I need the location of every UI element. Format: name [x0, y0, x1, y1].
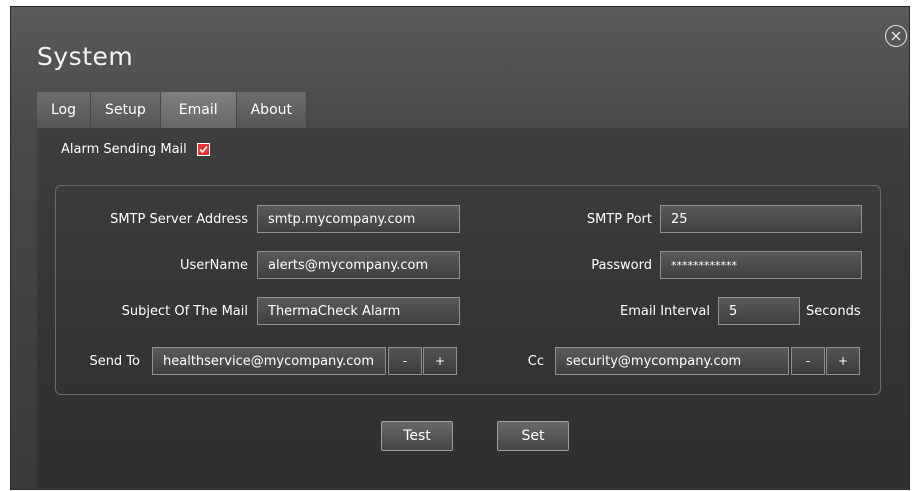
alarm-sending-mail-row: Alarm Sending Mail — [61, 142, 210, 157]
smtp-server-label: SMTP Server Address — [110, 212, 248, 227]
username-label: UserName — [180, 258, 248, 273]
tab-about[interactable]: About — [236, 92, 308, 128]
email-interval-label: Email Interval — [620, 304, 710, 319]
subject-input[interactable]: ThermaCheck Alarm — [257, 297, 460, 325]
send-to-remove-button[interactable]: - — [388, 347, 422, 375]
tab-log[interactable]: Log — [37, 92, 92, 128]
cc-input[interactable]: security@mycompany.com — [555, 347, 789, 375]
send-to-label: Send To — [89, 354, 140, 369]
system-dialog: System Log Setup Email About Alarm Sendi… — [10, 6, 910, 490]
smtp-server-input[interactable]: smtp.mycompany.com — [257, 205, 460, 233]
cc-label: Cc — [527, 354, 544, 369]
cc-add-button[interactable]: + — [826, 347, 860, 375]
email-panel: Alarm Sending Mail SMTP Server Address s… — [37, 128, 909, 488]
set-button[interactable]: Set — [497, 421, 569, 451]
close-icon — [891, 31, 901, 41]
send-to-input[interactable]: healthservice@mycompany.com — [152, 347, 386, 375]
password-input[interactable]: ************ — [660, 251, 862, 279]
email-interval-input[interactable]: 5 — [718, 297, 800, 325]
alarm-sending-mail-label: Alarm Sending Mail — [61, 142, 187, 157]
password-label: Password — [591, 258, 652, 273]
smtp-settings-group: SMTP Server Address smtp.mycompany.com S… — [55, 185, 881, 395]
email-interval-unit: Seconds — [806, 304, 861, 319]
dialog-title: System — [37, 42, 134, 71]
tab-bar: Log Setup Email About — [37, 92, 308, 128]
checkmark-icon — [199, 145, 208, 154]
send-to-add-button[interactable]: + — [423, 347, 457, 375]
tab-email[interactable]: Email — [160, 92, 237, 128]
test-button[interactable]: Test — [381, 421, 453, 451]
tab-setup[interactable]: Setup — [91, 92, 161, 128]
smtp-port-label: SMTP Port — [586, 212, 652, 227]
username-input[interactable]: alerts@mycompany.com — [257, 251, 460, 279]
close-button[interactable] — [885, 25, 907, 47]
cc-remove-button[interactable]: - — [791, 347, 825, 375]
alarm-sending-mail-checkbox[interactable] — [196, 143, 210, 156]
smtp-port-input[interactable]: 25 — [660, 205, 862, 233]
subject-label: Subject Of The Mail — [121, 304, 248, 319]
